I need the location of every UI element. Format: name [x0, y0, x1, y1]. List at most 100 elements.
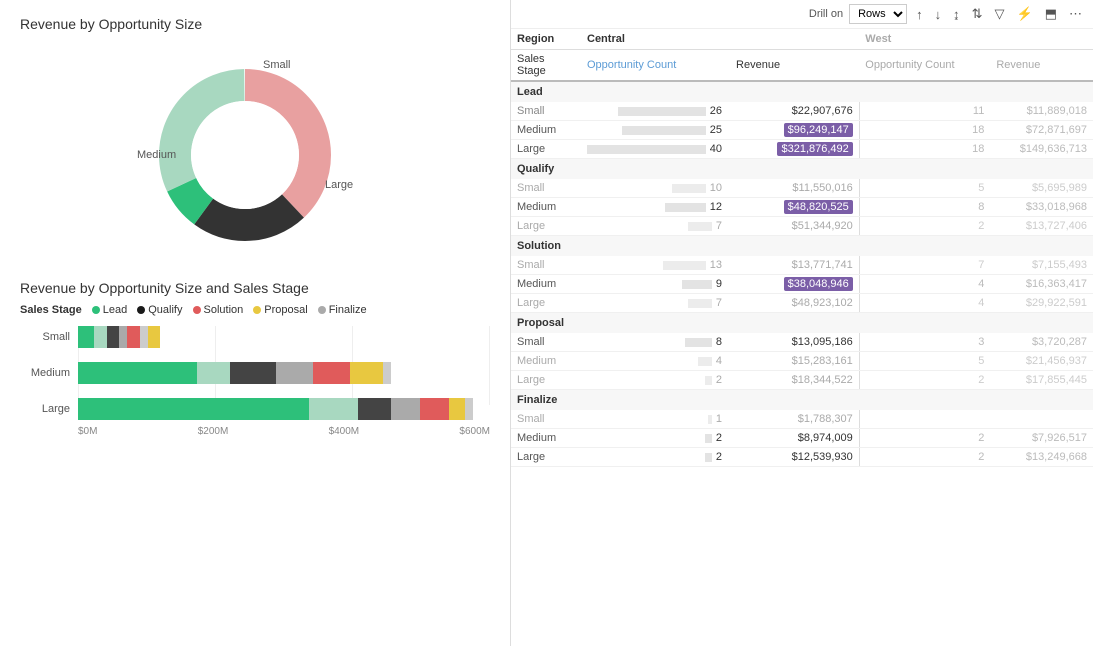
- solution-dot: [193, 306, 201, 314]
- lead-large-row: Large 40 $321,876,492 18 $149,636,713: [511, 140, 1093, 159]
- west-count-cell: 5: [859, 179, 990, 198]
- legend-item-proposal: Proposal: [253, 304, 307, 316]
- west-rev-cell: $72,871,697: [990, 121, 1093, 140]
- icon-filter[interactable]: ▽: [992, 4, 1008, 24]
- icon-up[interactable]: ↑: [913, 5, 926, 24]
- finalize-large-row: Large 2 $12,539,930 2 $13,249,668: [511, 448, 1093, 467]
- count-cell: 1: [581, 410, 730, 429]
- west-rev-cell: $16,363,417: [990, 275, 1093, 294]
- rev-cell: $13,095,186: [730, 333, 859, 352]
- stage-cell: Small: [511, 410, 581, 429]
- legend-item-solution: Solution: [193, 304, 244, 316]
- toolbar: Drill on Rows ↑ ↓ ↨ ⇅ ▽ ⚡ ⬒ ⋯: [511, 0, 1093, 29]
- bar-seg: [197, 362, 230, 384]
- qualify-small-row: Small 10 $11,550,016 5 $5,695,989: [511, 179, 1093, 198]
- stage-cell: Medium: [511, 352, 581, 371]
- icon-more[interactable]: ⋯: [1066, 4, 1085, 24]
- bar-section: Revenue by Opportunity Size and Sales St…: [20, 280, 490, 630]
- count-cell: 25: [581, 121, 730, 140]
- stage-cell: Small: [511, 179, 581, 198]
- icon-down[interactable]: ↓: [932, 5, 945, 24]
- bar-seg: [148, 326, 160, 348]
- west-count-cell: 2: [859, 217, 990, 236]
- icon-sort-asc[interactable]: ↨: [950, 5, 963, 24]
- solution-label: Solution: [511, 236, 1093, 257]
- rev-cell: $1,788,307: [730, 410, 859, 429]
- count-cell: 10: [581, 179, 730, 198]
- bar-seg: [119, 326, 127, 348]
- west-rev-cell: $7,926,517: [990, 429, 1093, 448]
- count-cell: 26: [581, 102, 730, 121]
- west-count-cell: 2: [859, 448, 990, 467]
- west-rev-cell: $11,889,018: [990, 102, 1093, 121]
- count-cell: 2: [581, 371, 730, 390]
- bar-seg: [78, 326, 94, 348]
- rev-cell: $8,974,009: [730, 429, 859, 448]
- legend-item-qualify: Qualify: [137, 304, 182, 316]
- icon-sort-desc[interactable]: ⇅: [969, 4, 986, 24]
- legend-label: Sales Stage: [20, 304, 82, 316]
- legend-proposal-label: Proposal: [264, 304, 307, 316]
- west-count-cell: 7: [859, 256, 990, 275]
- icon-export[interactable]: ⬒: [1042, 4, 1060, 24]
- bar-title: Revenue by Opportunity Size and Sales St…: [20, 280, 490, 296]
- rev-cell: $22,907,676: [730, 102, 859, 121]
- bar-label-medium: Medium: [20, 367, 70, 379]
- proposal-large-row: Large 2 $18,344,522 2 $17,855,445: [511, 371, 1093, 390]
- west-count-cell: 18: [859, 121, 990, 140]
- rev-cell: $18,344,522: [730, 371, 859, 390]
- x-label-600: $600M: [459, 426, 490, 437]
- solution-large-row: Large 7 $48,923,102 4 $29,922,591: [511, 294, 1093, 313]
- legend-item-lead: Lead: [92, 304, 127, 316]
- bar-seg: [127, 326, 139, 348]
- rev-cell: $321,876,492: [730, 140, 859, 159]
- proposal-small-row: Small 8 $13,095,186 3 $3,720,287: [511, 333, 1093, 352]
- bar-seg: [94, 326, 106, 348]
- west-rev-cell: $29,922,591: [990, 294, 1093, 313]
- west-count-cell: 11: [859, 102, 990, 121]
- count-cell: 7: [581, 294, 730, 313]
- legend-solution-label: Solution: [204, 304, 244, 316]
- count-cell: 4: [581, 352, 730, 371]
- rev-cell: $48,923,102: [730, 294, 859, 313]
- drill-on-select[interactable]: Rows: [849, 4, 907, 24]
- bar-seg: [107, 326, 119, 348]
- legend-finalize-label: Finalize: [329, 304, 367, 316]
- table-wrapper: Region Central West Sales Stage Opportun…: [511, 29, 1093, 646]
- count-cell: 13: [581, 256, 730, 275]
- bar-label-large: Large: [20, 403, 70, 415]
- icon-chart[interactable]: ⚡: [1014, 4, 1036, 24]
- lead-medium-row: Medium 25 $96,249,147 18 $72,871,697: [511, 121, 1093, 140]
- finalize-medium-row: Medium 2 $8,974,009 2 $7,926,517: [511, 429, 1093, 448]
- west-count-header: Opportunity Count: [859, 50, 990, 82]
- finalize-group-header: Finalize: [511, 390, 1093, 411]
- stage-cell: Medium: [511, 121, 581, 140]
- bar-chart-container: Small Medium: [20, 326, 490, 437]
- x-axis: $0M $200M $400M $600M: [78, 426, 490, 437]
- count-cell: 9: [581, 275, 730, 294]
- bar-label-small: Small: [20, 331, 70, 343]
- lead-label: Lead: [511, 81, 1093, 102]
- x-label-200: $200M: [198, 426, 229, 437]
- left-panel: Revenue by Opportunity Size: [0, 0, 510, 646]
- rev-cell: $96,249,147: [730, 121, 859, 140]
- solution-group-header: Solution: [511, 236, 1093, 257]
- count-cell: 12: [581, 198, 730, 217]
- west-rev-cell: $17,855,445: [990, 371, 1093, 390]
- central-rev-header: Revenue: [730, 50, 859, 82]
- west-rev-cell: [990, 410, 1093, 429]
- rev-cell: $38,048,946: [730, 275, 859, 294]
- bar-seg: [276, 362, 313, 384]
- region-label-col: Region: [511, 29, 581, 50]
- west-rev-cell: $13,727,406: [990, 217, 1093, 236]
- rev-cell: $11,550,016: [730, 179, 859, 198]
- lead-dot: [92, 306, 100, 314]
- west-count-cell: 2: [859, 371, 990, 390]
- central-region-header: Central: [581, 29, 859, 50]
- solution-medium-row: Medium 9 $38,048,946 4 $16,363,417: [511, 275, 1093, 294]
- stage-cell: Large: [511, 140, 581, 159]
- west-count-cell: 18: [859, 140, 990, 159]
- bar-track-large: [78, 398, 490, 420]
- proposal-label: Proposal: [511, 313, 1093, 334]
- rev-cell: $13,771,741: [730, 256, 859, 275]
